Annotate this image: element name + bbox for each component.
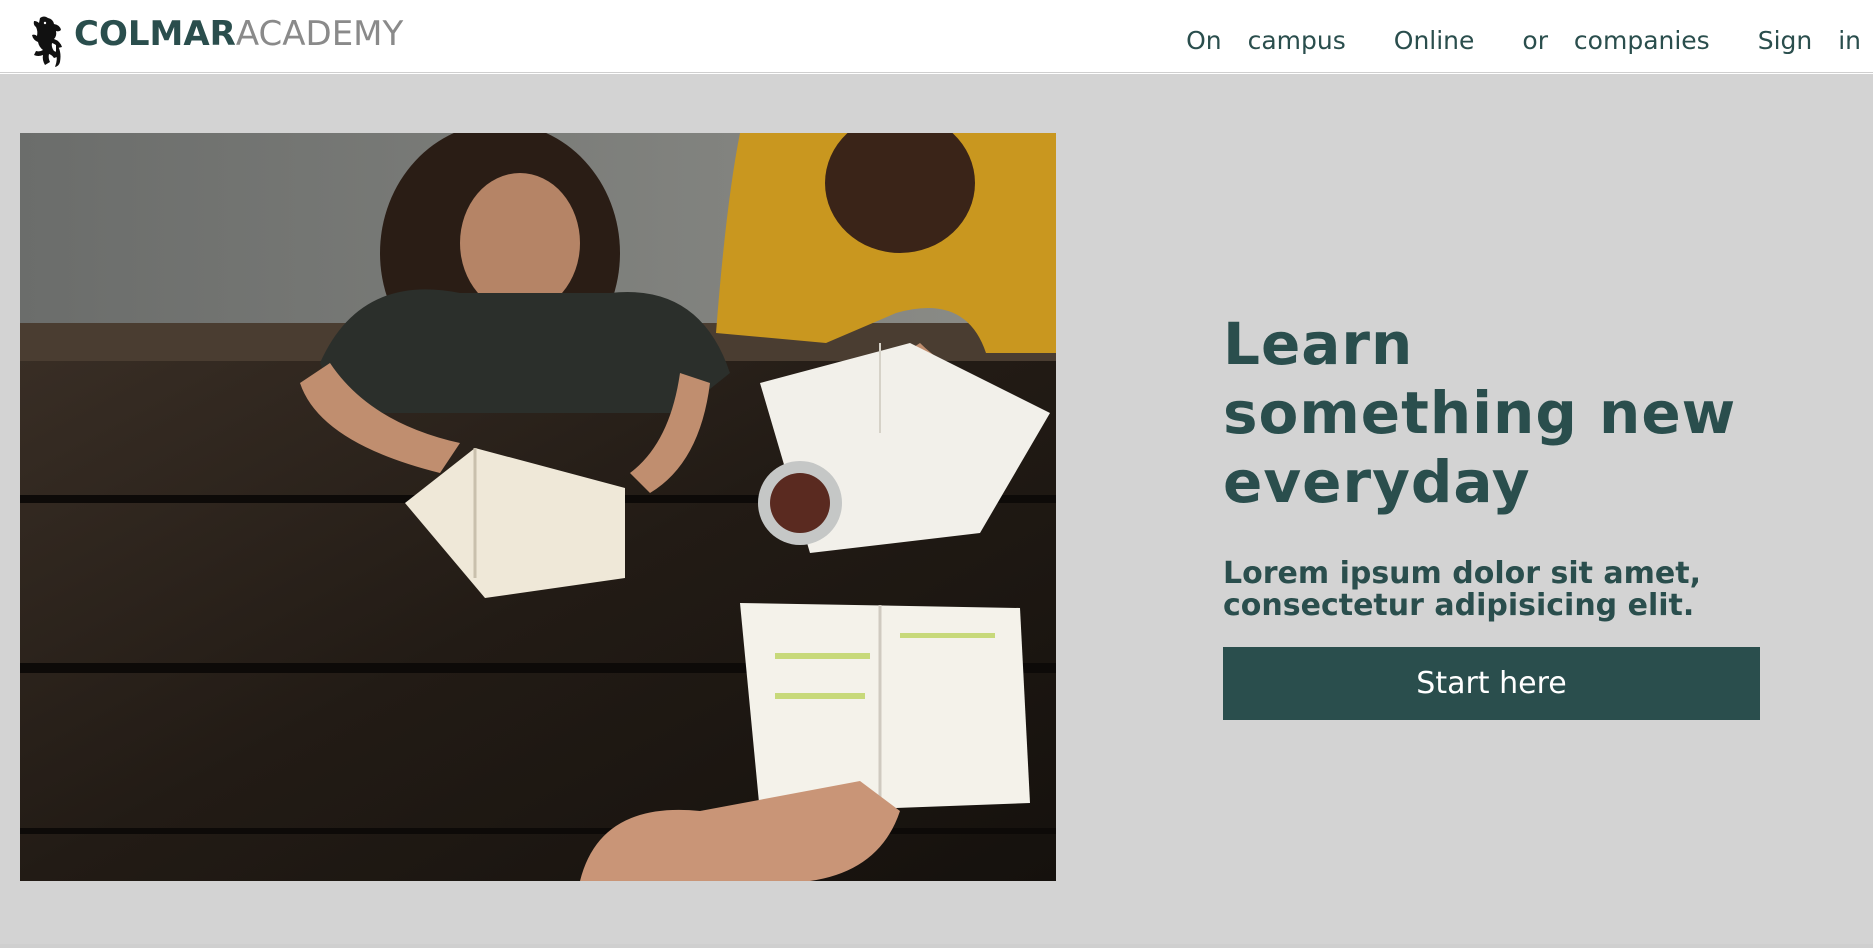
site-header: COLMARACADEMY On campus Online or compan… xyxy=(0,0,1873,73)
hero-copy: Learn something new everyday Lorem ipsum… xyxy=(1223,310,1783,720)
nav-link-sign-in[interactable]: Sign in xyxy=(1758,24,1861,58)
lion-rampant-icon xyxy=(26,14,68,70)
brand-name-strong: COLMAR xyxy=(74,14,236,54)
hero-headline: Learn something new everyday xyxy=(1223,310,1737,516)
nav-link-on-campus[interactable]: On campus xyxy=(1186,24,1346,58)
hero-photo xyxy=(20,133,1056,881)
main-nav: On campus Online or companies Sign in xyxy=(1186,24,1861,58)
brand-home-link[interactable]: COLMARACADEMY xyxy=(26,14,403,72)
hero-subheadline: Lorem ipsum dolor sit amet, consectetur … xyxy=(1223,556,1701,623)
hero-bottom-divider xyxy=(0,944,1873,951)
nav-link-companies[interactable]: or companies xyxy=(1522,24,1709,58)
start-here-button[interactable]: Start here xyxy=(1223,647,1760,720)
nav-link-online[interactable]: Online xyxy=(1394,24,1475,58)
brand-name-light: ACADEMY xyxy=(235,14,404,54)
brand-wordmark: COLMARACADEMY xyxy=(74,14,403,54)
